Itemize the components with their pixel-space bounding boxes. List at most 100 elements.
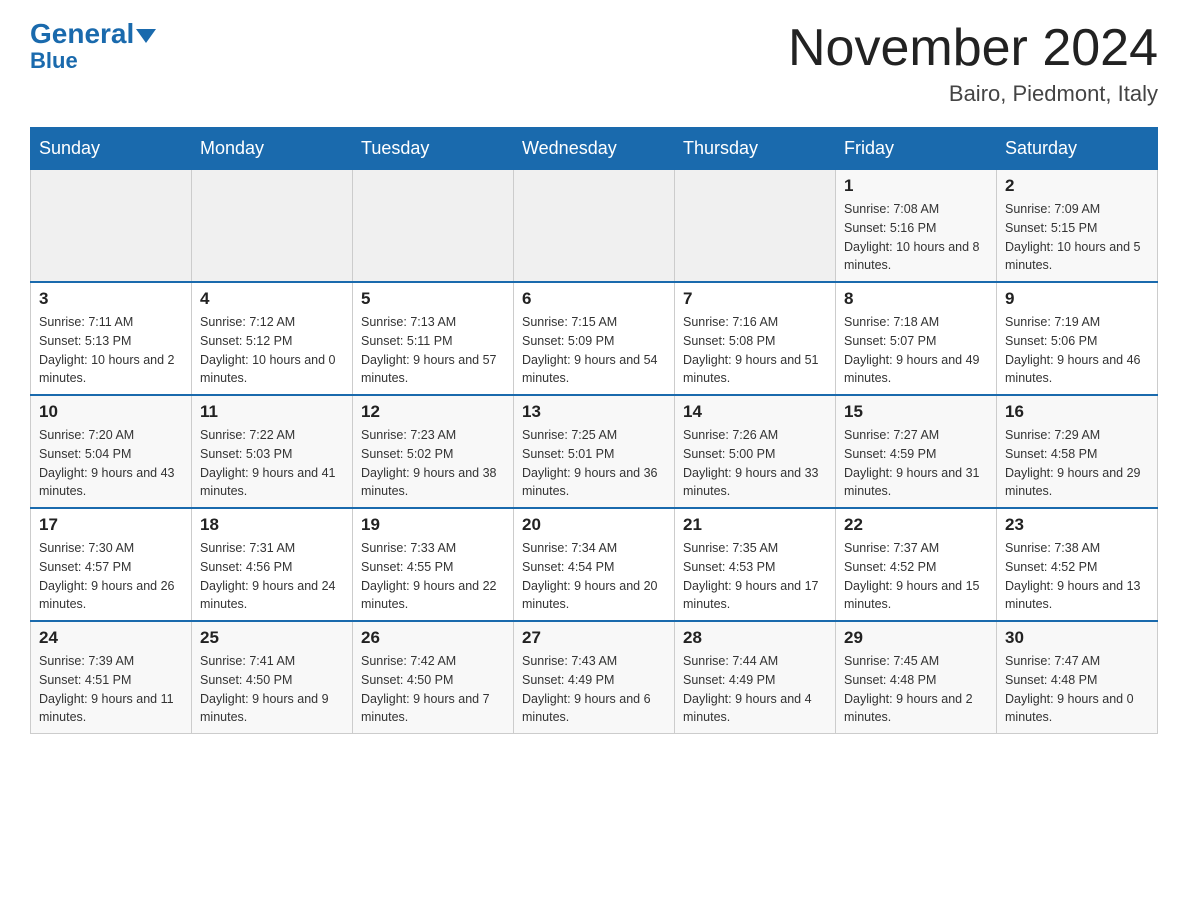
table-row: 2 Sunrise: 7:09 AMSunset: 5:15 PMDaylight… xyxy=(997,170,1158,283)
calendar-header-row: Sunday Monday Tuesday Wednesday Thursday… xyxy=(31,128,1158,170)
day-info: Sunrise: 7:18 AMSunset: 5:07 PMDaylight:… xyxy=(844,313,988,388)
day-number: 10 xyxy=(39,402,183,422)
table-row xyxy=(514,170,675,283)
table-row: 15 Sunrise: 7:27 AMSunset: 4:59 PMDayligh… xyxy=(836,395,997,508)
table-row xyxy=(192,170,353,283)
day-info: Sunrise: 7:11 AMSunset: 5:13 PMDaylight:… xyxy=(39,313,183,388)
day-number: 24 xyxy=(39,628,183,648)
day-info: Sunrise: 7:47 AMSunset: 4:48 PMDaylight:… xyxy=(1005,652,1149,727)
day-info: Sunrise: 7:33 AMSunset: 4:55 PMDaylight:… xyxy=(361,539,505,614)
day-number: 27 xyxy=(522,628,666,648)
day-info: Sunrise: 7:09 AMSunset: 5:15 PMDaylight:… xyxy=(1005,200,1149,275)
day-info: Sunrise: 7:13 AMSunset: 5:11 PMDaylight:… xyxy=(361,313,505,388)
table-row: 21 Sunrise: 7:35 AMSunset: 4:53 PMDayligh… xyxy=(675,508,836,621)
day-number: 18 xyxy=(200,515,344,535)
col-sunday: Sunday xyxy=(31,128,192,170)
day-number: 6 xyxy=(522,289,666,309)
table-row: 17Sunrise: 7:30 AMSunset: 4:57 PMDayligh… xyxy=(31,508,192,621)
table-row: 7 Sunrise: 7:16 AMSunset: 5:08 PMDaylight… xyxy=(675,282,836,395)
day-number: 14 xyxy=(683,402,827,422)
logo-blue-text: Blue xyxy=(30,48,78,74)
day-number: 11 xyxy=(200,402,344,422)
day-number: 21 xyxy=(683,515,827,535)
table-row: 14 Sunrise: 7:26 AMSunset: 5:00 PMDayligh… xyxy=(675,395,836,508)
table-row: 13 Sunrise: 7:25 AMSunset: 5:01 PMDayligh… xyxy=(514,395,675,508)
col-wednesday: Wednesday xyxy=(514,128,675,170)
calendar: Sunday Monday Tuesday Wednesday Thursday… xyxy=(30,127,1158,734)
day-info: Sunrise: 7:08 AMSunset: 5:16 PMDaylight:… xyxy=(844,200,988,275)
table-row: 23 Sunrise: 7:38 AMSunset: 4:52 PMDayligh… xyxy=(997,508,1158,621)
calendar-row: 3 Sunrise: 7:11 AMSunset: 5:13 PMDaylight… xyxy=(31,282,1158,395)
day-info: Sunrise: 7:35 AMSunset: 4:53 PMDaylight:… xyxy=(683,539,827,614)
logo-triangle-icon xyxy=(136,29,156,43)
table-row: 8 Sunrise: 7:18 AMSunset: 5:07 PMDaylight… xyxy=(836,282,997,395)
table-row: 26Sunrise: 7:42 AMSunset: 4:50 PMDayligh… xyxy=(353,621,514,734)
table-row: 6Sunrise: 7:15 AMSunset: 5:09 PMDaylight… xyxy=(514,282,675,395)
day-info: Sunrise: 7:39 AMSunset: 4:51 PMDaylight:… xyxy=(39,652,183,727)
day-number: 23 xyxy=(1005,515,1149,535)
table-row: 22Sunrise: 7:37 AMSunset: 4:52 PMDayligh… xyxy=(836,508,997,621)
day-info: Sunrise: 7:31 AMSunset: 4:56 PMDaylight:… xyxy=(200,539,344,614)
day-info: Sunrise: 7:26 AMSunset: 5:00 PMDaylight:… xyxy=(683,426,827,501)
day-info: Sunrise: 7:44 AMSunset: 4:49 PMDaylight:… xyxy=(683,652,827,727)
logo-general-text: General xyxy=(30,20,156,48)
day-info: Sunrise: 7:12 AMSunset: 5:12 PMDaylight:… xyxy=(200,313,344,388)
table-row: 30 Sunrise: 7:47 AMSunset: 4:48 PMDayligh… xyxy=(997,621,1158,734)
calendar-row: 10 Sunrise: 7:20 AMSunset: 5:04 PMDayligh… xyxy=(31,395,1158,508)
day-info: Sunrise: 7:16 AMSunset: 5:08 PMDaylight:… xyxy=(683,313,827,388)
day-info: Sunrise: 7:43 AMSunset: 4:49 PMDaylight:… xyxy=(522,652,666,727)
day-info: Sunrise: 7:23 AMSunset: 5:02 PMDaylight:… xyxy=(361,426,505,501)
day-number: 19 xyxy=(361,515,505,535)
day-number: 28 xyxy=(683,628,827,648)
table-row: 4 Sunrise: 7:12 AMSunset: 5:12 PMDaylight… xyxy=(192,282,353,395)
day-number: 30 xyxy=(1005,628,1149,648)
day-number: 1 xyxy=(844,176,988,196)
day-info: Sunrise: 7:34 AMSunset: 4:54 PMDaylight:… xyxy=(522,539,666,614)
table-row: 28 Sunrise: 7:44 AMSunset: 4:49 PMDayligh… xyxy=(675,621,836,734)
table-row: 3 Sunrise: 7:11 AMSunset: 5:13 PMDaylight… xyxy=(31,282,192,395)
day-info: Sunrise: 7:25 AMSunset: 5:01 PMDaylight:… xyxy=(522,426,666,501)
table-row: 27 Sunrise: 7:43 AMSunset: 4:49 PMDayligh… xyxy=(514,621,675,734)
calendar-row: 17Sunrise: 7:30 AMSunset: 4:57 PMDayligh… xyxy=(31,508,1158,621)
month-title: November 2024 xyxy=(788,20,1158,77)
day-info: Sunrise: 7:41 AMSunset: 4:50 PMDaylight:… xyxy=(200,652,344,727)
day-number: 16 xyxy=(1005,402,1149,422)
day-info: Sunrise: 7:27 AMSunset: 4:59 PMDaylight:… xyxy=(844,426,988,501)
day-number: 9 xyxy=(1005,289,1149,309)
table-row: 16 Sunrise: 7:29 AMSunset: 4:58 PMDayligh… xyxy=(997,395,1158,508)
day-number: 3 xyxy=(39,289,183,309)
header: General Blue November 2024 Bairo, Piedmo… xyxy=(30,20,1158,107)
day-info: Sunrise: 7:30 AMSunset: 4:57 PMDaylight:… xyxy=(39,539,183,614)
day-number: 22 xyxy=(844,515,988,535)
table-row: 25 Sunrise: 7:41 AMSunset: 4:50 PMDayligh… xyxy=(192,621,353,734)
table-row: 19 Sunrise: 7:33 AMSunset: 4:55 PMDayligh… xyxy=(353,508,514,621)
col-saturday: Saturday xyxy=(997,128,1158,170)
logo: General Blue xyxy=(30,20,156,74)
day-number: 13 xyxy=(522,402,666,422)
day-number: 2 xyxy=(1005,176,1149,196)
day-number: 25 xyxy=(200,628,344,648)
calendar-row: 24 Sunrise: 7:39 AMSunset: 4:51 PMDayligh… xyxy=(31,621,1158,734)
day-info: Sunrise: 7:20 AMSunset: 5:04 PMDaylight:… xyxy=(39,426,183,501)
day-number: 8 xyxy=(844,289,988,309)
col-monday: Monday xyxy=(192,128,353,170)
col-thursday: Thursday xyxy=(675,128,836,170)
calendar-row: 1 Sunrise: 7:08 AMSunset: 5:16 PMDaylight… xyxy=(31,170,1158,283)
day-info: Sunrise: 7:29 AMSunset: 4:58 PMDaylight:… xyxy=(1005,426,1149,501)
day-number: 12 xyxy=(361,402,505,422)
logo-general-word: General xyxy=(30,18,134,49)
day-info: Sunrise: 7:22 AMSunset: 5:03 PMDaylight:… xyxy=(200,426,344,501)
day-number: 7 xyxy=(683,289,827,309)
day-number: 15 xyxy=(844,402,988,422)
day-number: 5 xyxy=(361,289,505,309)
table-row xyxy=(353,170,514,283)
day-info: Sunrise: 7:45 AMSunset: 4:48 PMDaylight:… xyxy=(844,652,988,727)
day-info: Sunrise: 7:38 AMSunset: 4:52 PMDaylight:… xyxy=(1005,539,1149,614)
day-number: 26 xyxy=(361,628,505,648)
table-row: 9Sunrise: 7:19 AMSunset: 5:06 PMDaylight… xyxy=(997,282,1158,395)
table-row: 20Sunrise: 7:34 AMSunset: 4:54 PMDayligh… xyxy=(514,508,675,621)
table-row: 12 Sunrise: 7:23 AMSunset: 5:02 PMDayligh… xyxy=(353,395,514,508)
table-row: 18 Sunrise: 7:31 AMSunset: 4:56 PMDayligh… xyxy=(192,508,353,621)
day-number: 4 xyxy=(200,289,344,309)
table-row: 5 Sunrise: 7:13 AMSunset: 5:11 PMDaylight… xyxy=(353,282,514,395)
